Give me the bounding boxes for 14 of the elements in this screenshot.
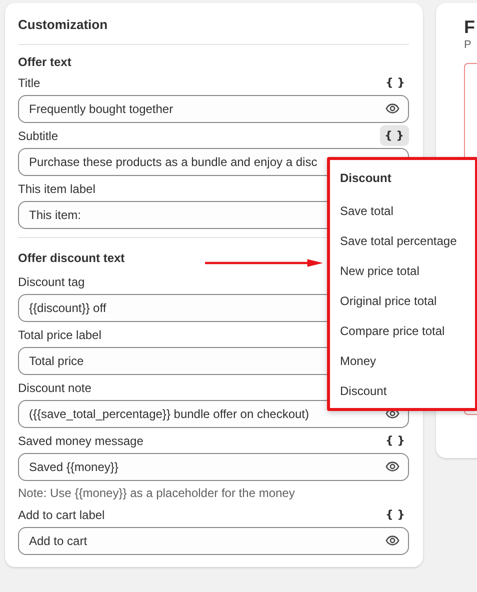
field-label: Discount tag — [18, 274, 85, 288]
field-label: This item label — [18, 182, 96, 196]
field-label: Total price label — [18, 328, 102, 342]
section-heading: Offer text — [18, 55, 72, 69]
field-label: Saved money message — [18, 434, 144, 448]
field-label: Title — [18, 76, 40, 90]
panel-title: Customization — [18, 17, 409, 45]
help-text: Note: Use {{money}} as a placeholder for the money — [18, 486, 296, 500]
field-label: Add to cart label — [18, 508, 105, 522]
preview-subtitle: P — [464, 39, 472, 51]
preview-title: F — [464, 17, 475, 38]
section-heading: Offer discount text — [18, 251, 125, 265]
field-label: Discount note — [18, 380, 92, 394]
field-label: Subtitle — [18, 128, 58, 142]
